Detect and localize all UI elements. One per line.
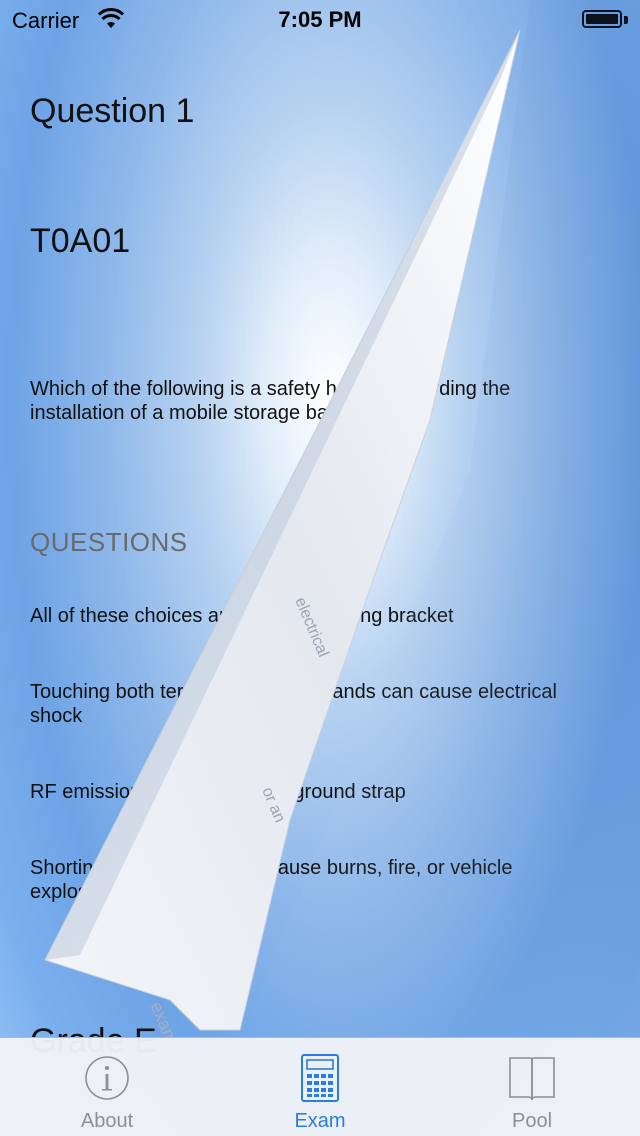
answer-option-2[interactable]: Touching both terminals with the hands c… [30, 680, 600, 728]
info-icon [85, 1056, 129, 1100]
answer-option-4[interactable]: Shorting the terminals can cause burns, … [30, 856, 600, 904]
status-time: 7:05 PM [278, 7, 362, 32]
answers-section-header: QUESTIONS [30, 527, 188, 557]
question-text: Which of the following is a safety hazar… [30, 378, 511, 424]
exam-screen: Carrier 7:05 PM Question 1 T0A01 Which o… [0, 0, 640, 1136]
calculator-icon [301, 1054, 339, 1102]
status-bar: Carrier 7:05 PM [0, 0, 640, 40]
tab-exam[interactable]: Exam [240, 1038, 400, 1136]
answer-option-1[interactable]: All of these choices are correct. Missin… [30, 604, 600, 628]
book-icon [509, 1057, 555, 1101]
tab-about-label: About [80, 1110, 134, 1132]
tab-pool[interactable]: Pool [452, 1038, 612, 1136]
battery-icon [582, 10, 628, 30]
tab-bar: About Exam Pool [0, 1037, 640, 1136]
answer-option-3[interactable]: RF emissions from the check ground strap [30, 780, 600, 804]
tab-about[interactable]: About [27, 1038, 187, 1136]
tab-pool-label: Pool [511, 1110, 553, 1132]
question-code: T0A01 [30, 222, 131, 260]
tab-exam-label: Exam [294, 1110, 346, 1132]
question-title: Question 1 [30, 92, 195, 130]
